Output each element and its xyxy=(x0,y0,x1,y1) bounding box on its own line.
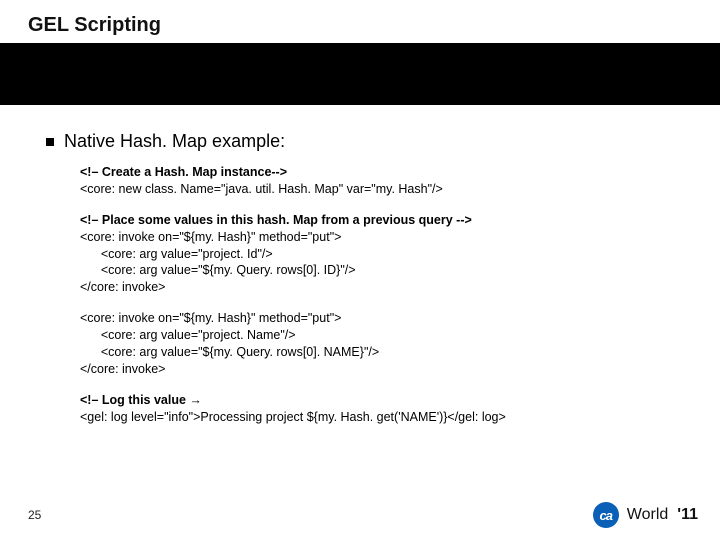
title-area: GEL Scripting xyxy=(0,0,720,43)
brand-block: ca World '11 xyxy=(593,502,698,528)
code-line: <gel: log level="info">Processing projec… xyxy=(80,409,692,426)
code-line: </core: invoke> xyxy=(80,361,692,378)
code-line: <core: invoke on="${my. Hash}" method="p… xyxy=(80,310,692,327)
code-line: <core: arg value="project. Name"/> xyxy=(80,327,692,344)
code-line: <!– Create a Hash. Map instance--> xyxy=(80,164,692,181)
code-line: <core: new class. Name="java. util. Hash… xyxy=(80,181,692,198)
code-line: <core: arg value="${my. Query. rows[0]. … xyxy=(80,344,692,361)
code-line: </core: invoke> xyxy=(80,279,692,296)
ca-logo-icon: ca xyxy=(593,502,619,528)
code-group: <core: invoke on="${my. Hash}" method="p… xyxy=(80,310,692,378)
code-group: <!– Log this value →<gel: log level="inf… xyxy=(80,392,692,426)
brand-year: '11 xyxy=(677,506,698,524)
ca-logo: ca xyxy=(593,502,619,528)
code-line: <core: arg value="${my. Query. rows[0]. … xyxy=(80,262,692,279)
bullet-icon xyxy=(46,138,54,146)
code-line: <!– Log this value → xyxy=(80,392,692,409)
heading-row: Native Hash. Map example: xyxy=(46,131,692,152)
code-line: <core: invoke on="${my. Hash}" method="p… xyxy=(80,229,692,246)
code-line: <!– Place some values in this hash. Map … xyxy=(80,212,692,229)
content-area: Native Hash. Map example: <!– Create a H… xyxy=(0,105,720,425)
page-number: 25 xyxy=(28,508,41,522)
code-group: <!– Create a Hash. Map instance--><core:… xyxy=(80,164,692,198)
code-group: <!– Place some values in this hash. Map … xyxy=(80,212,692,296)
code-line: <core: arg value="project. Id"/> xyxy=(80,246,692,263)
footer: 25 ca World '11 xyxy=(0,502,720,528)
code-groups: <!– Create a Hash. Map instance--><core:… xyxy=(46,164,692,425)
brand-word: World xyxy=(627,506,669,524)
slide-title: GEL Scripting xyxy=(28,14,720,37)
slide: GEL Scripting Native Hash. Map example: … xyxy=(0,0,720,540)
content-heading: Native Hash. Map example: xyxy=(64,131,285,152)
dark-band xyxy=(0,43,720,105)
